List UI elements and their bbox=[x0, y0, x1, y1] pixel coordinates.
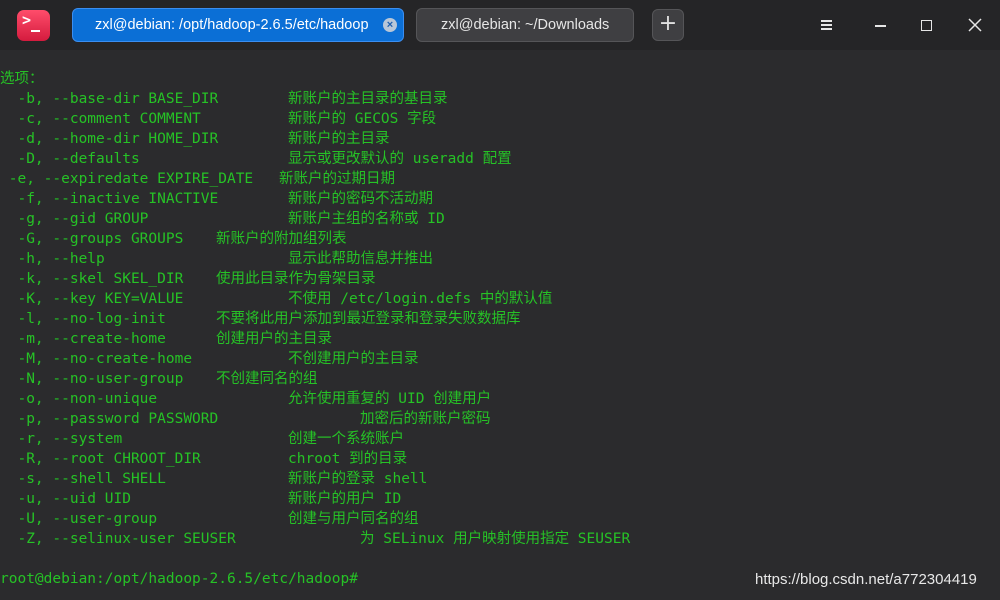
option-description: 使用此目录作为骨架目录 bbox=[216, 271, 376, 287]
option-description: 不使用 /etc/login.defs 中的默认值 bbox=[288, 291, 553, 307]
option-flag: -m, --create-home bbox=[0, 331, 166, 347]
option-flag: -k, --skel SKEL_DIR bbox=[0, 271, 184, 287]
option-flag: -c, --comment COMMENT bbox=[0, 111, 201, 127]
watermark-text: https://blog.csdn.net/a772304419 bbox=[755, 571, 977, 588]
tab-label: zxl@debian: ~/Downloads bbox=[441, 17, 609, 33]
option-flag: -o, --non-unique bbox=[0, 391, 158, 407]
terminal-window: > zxl@debian: /opt/hadoop-2.6.5/etc/hado… bbox=[0, 0, 1000, 600]
option-description: 显示此帮助信息并推出 bbox=[288, 251, 433, 267]
option-flag: -d, --home-dir HOME_DIR bbox=[0, 131, 219, 147]
terminal-output[interactable]: 选项： -b, --base-dir BASE_DIR 新账户的主目录的基目录 -… bbox=[0, 50, 1000, 600]
option-flag: -U, --user-group bbox=[0, 511, 158, 527]
option-description: 不创建同名的组 bbox=[216, 371, 318, 387]
option-flag: -g, --gid GROUP bbox=[0, 211, 149, 227]
terminal-app-icon[interactable]: > bbox=[17, 10, 50, 41]
option-description: 不创建用户的主目录 bbox=[288, 351, 419, 367]
option-description: 新账户的登录 shell bbox=[288, 471, 428, 487]
option-flag: -h, --help bbox=[0, 251, 105, 267]
option-flag: -b, --base-dir BASE_DIR bbox=[0, 91, 219, 107]
option-flag: -e, --expiredate EXPIRE_DATE bbox=[0, 171, 254, 187]
option-description: 新账户的用户 ID bbox=[288, 491, 402, 507]
title-bar: > zxl@debian: /opt/hadoop-2.6.5/etc/hado… bbox=[0, 0, 1000, 50]
option-flag: -f, --inactive INACTIVE bbox=[0, 191, 219, 207]
option-flag: -M, --no-create-home bbox=[0, 351, 193, 367]
option-description: 新账户的过期日期 bbox=[279, 171, 395, 187]
option-flag: -Z, --selinux-user SEUSER bbox=[0, 531, 236, 547]
option-flag: -r, --system bbox=[0, 431, 123, 447]
option-description: 为 SELinux 用户映射使用指定 SEUSER bbox=[360, 531, 631, 547]
options-header: 选项： bbox=[0, 71, 44, 87]
option-flag: -D, --defaults bbox=[0, 151, 140, 167]
option-flag: -K, --key KEY=VALUE bbox=[0, 291, 184, 307]
maximize-icon[interactable] bbox=[914, 13, 938, 37]
option-flag: -N, --no-user-group bbox=[0, 371, 184, 387]
option-description: 不要将此用户添加到最近登录和登录失败数据库 bbox=[216, 311, 521, 327]
option-description: 新账户的 GECOS 字段 bbox=[288, 111, 437, 127]
option-description: 新账户的密码不活动期 bbox=[288, 191, 433, 207]
option-flag: -p, --password PASSWORD bbox=[0, 411, 219, 427]
option-flag: -s, --shell SHELL bbox=[0, 471, 166, 487]
option-description: 新账户主组的名称或 ID bbox=[288, 211, 445, 227]
option-flag: -l, --no-log-init bbox=[0, 311, 166, 327]
option-description: 新账户的主目录 bbox=[288, 131, 390, 147]
option-description: 创建与用户同名的组 bbox=[288, 511, 419, 527]
shell-prompt[interactable]: root@debian:/opt/hadoop-2.6.5/etc/hadoop… bbox=[0, 569, 367, 589]
option-description: chroot 到的目录 bbox=[288, 451, 408, 467]
option-flag: -R, --root CHROOT_DIR bbox=[0, 451, 201, 467]
option-description: 新账户的主目录的基目录 bbox=[288, 91, 448, 107]
minimize-icon[interactable] bbox=[868, 13, 892, 37]
option-description: 显示或更改默认的 useradd 配置 bbox=[288, 151, 512, 167]
option-description: 创建一个系统账户 bbox=[288, 431, 404, 447]
option-description: 加密后的新账户密码 bbox=[360, 411, 491, 427]
tab-close-icon[interactable]: × bbox=[383, 18, 397, 32]
new-tab-button[interactable]: + bbox=[652, 9, 684, 41]
option-flag: -G, --groups GROUPS bbox=[0, 231, 184, 247]
tab-hadoop[interactable]: zxl@debian: /opt/hadoop-2.6.5/etc/hadoop… bbox=[72, 8, 404, 42]
hamburger-menu-icon[interactable] bbox=[814, 13, 838, 37]
option-flag: -u, --uid UID bbox=[0, 491, 131, 507]
tab-label: zxl@debian: /opt/hadoop-2.6.5/etc/hadoop bbox=[95, 17, 369, 33]
tab-downloads[interactable]: zxl@debian: ~/Downloads bbox=[416, 8, 634, 42]
option-description: 创建用户的主目录 bbox=[216, 331, 332, 347]
option-description: 允许使用重复的 UID 创建用户 bbox=[288, 391, 492, 407]
close-icon[interactable] bbox=[963, 13, 987, 37]
option-description: 新账户的附加组列表 bbox=[216, 231, 347, 247]
